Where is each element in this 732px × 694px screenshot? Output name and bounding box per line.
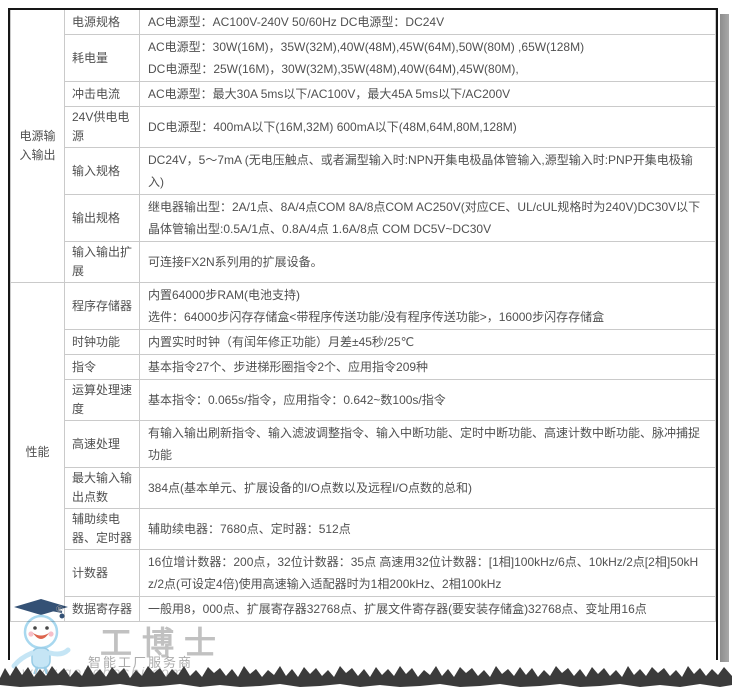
table-row: 输出规格继电器输出型：2A/1点、8A/4点COM 8A/8点COM AC250…	[11, 195, 716, 242]
spec-value-cell: 基本指令27个、步进梯形圈指令2个、应用指令209种	[140, 355, 716, 380]
screenshot-root: { "table": { "groups": [ { "header": "电源…	[0, 0, 732, 694]
table-row: 高速处理有输入输出刷新指令、输入滤波调整指令、输入中断功能、定时中断功能、高速计…	[11, 421, 716, 468]
group-header: 性能	[11, 283, 65, 622]
spec-value-cell: 内置64000步RAM(电池支持) 选件：64000步闪存存储盒<带程序传送功能…	[140, 283, 716, 330]
spec-value-cell: AC电源型：30W(16M)，35W(32M),40W(48M),45W(64M…	[140, 35, 716, 82]
table-row: 运算处理速度基本指令：0.065s/指令，应用指令：0.642~数100s/指令	[11, 380, 716, 421]
table-row: 24V供电电源DC电源型：400mA以下(16M,32M) 600mA以下(48…	[11, 107, 716, 148]
spec-label-cell: 计数器	[65, 550, 140, 597]
table-row: 计数器16位增计数器：200点，32位计数器：35点 高速用32位计数器：[1相…	[11, 550, 716, 597]
spec-label-cell: 高速处理	[65, 421, 140, 468]
spec-value-cell: DC24V，5～7mA (无电压触点、或者漏型输入时:NPN开集电极晶体管输入,…	[140, 148, 716, 195]
table-row: 指令基本指令27个、步进梯形圈指令2个、应用指令209种	[11, 355, 716, 380]
spec-value-cell: 一般用8，000点、扩展寄存器32768点、扩展文件寄存器(要安装存储盒)327…	[140, 597, 716, 622]
spec-label-cell: 最大输入输出点数	[65, 468, 140, 509]
torn-edge-decoration	[0, 660, 732, 694]
spec-value-cell: AC电源型：最大30A 5ms以下/AC100V，最大45A 5ms以下/AC2…	[140, 82, 716, 107]
table-row: 辅助续电器、定时器辅助续电器：7680点、定时器：512点	[11, 509, 716, 550]
table-row: 冲击电流AC电源型：最大30A 5ms以下/AC100V，最大45A 5ms以下…	[11, 82, 716, 107]
page-shadow	[720, 14, 729, 662]
spec-label-cell: 电源规格	[65, 10, 140, 35]
spec-label-cell: 24V供电电源	[65, 107, 140, 148]
group-header: 电源输入输出	[11, 10, 65, 283]
table-row: 输入规格DC24V，5～7mA (无电压触点、或者漏型输入时:NPN开集电极晶体…	[11, 148, 716, 195]
spec-value-cell: 16位增计数器：200点，32位计数器：35点 高速用32位计数器：[1相]10…	[140, 550, 716, 597]
table-row: 最大输入输出点数384点(基本单元、扩展设备的I/O点数以及远程I/O点数的总和…	[11, 468, 716, 509]
spec-label-cell: 数据寄存器	[65, 597, 140, 622]
spec-table-body: 电源输入输出电源规格AC电源型：AC100V-240V 50/60Hz DC电源…	[11, 10, 716, 622]
spec-value-cell: DC电源型：400mA以下(16M,32M) 600mA以下(48M,64M,8…	[140, 107, 716, 148]
table-row: 输入输出扩展可连接FX2N系列用的扩展设备。	[11, 242, 716, 283]
spec-value-cell: AC电源型：AC100V-240V 50/60Hz DC电源型：DC24V	[140, 10, 716, 35]
spec-value-cell: 继电器输出型：2A/1点、8A/4点COM 8A/8点COM AC250V(对应…	[140, 195, 716, 242]
spec-label-cell: 冲击电流	[65, 82, 140, 107]
spec-value-cell: 可连接FX2N系列用的扩展设备。	[140, 242, 716, 283]
spec-value-cell: 384点(基本单元、扩展设备的I/O点数以及远程I/O点数的总和)	[140, 468, 716, 509]
spec-label-cell: 输出规格	[65, 195, 140, 242]
spec-label-cell: 时钟功能	[65, 330, 140, 355]
spec-value-cell: 有输入输出刷新指令、输入滤波调整指令、输入中断功能、定时中断功能、高速计数中断功…	[140, 421, 716, 468]
spec-value-cell: 内置实时时钟（有闰年修正功能）月差±45秒/25℃	[140, 330, 716, 355]
spec-label-cell: 输入输出扩展	[65, 242, 140, 283]
spec-label-cell: 辅助续电器、定时器	[65, 509, 140, 550]
spec-value-cell: 基本指令：0.065s/指令，应用指令：0.642~数100s/指令	[140, 380, 716, 421]
table-row: 耗电量AC电源型：30W(16M)，35W(32M),40W(48M),45W(…	[11, 35, 716, 82]
spec-label-cell: 运算处理速度	[65, 380, 140, 421]
table-row: 数据寄存器一般用8，000点、扩展寄存器32768点、扩展文件寄存器(要安装存储…	[11, 597, 716, 622]
spec-table: 电源输入输出电源规格AC电源型：AC100V-240V 50/60Hz DC电源…	[10, 10, 716, 622]
table-row: 时钟功能内置实时时钟（有闰年修正功能）月差±45秒/25℃	[11, 330, 716, 355]
spec-label-cell: 输入规格	[65, 148, 140, 195]
table-row: 性能程序存储器内置64000步RAM(电池支持) 选件：64000步闪存存储盒<…	[11, 283, 716, 330]
spec-label-cell: 程序存储器	[65, 283, 140, 330]
spec-label-cell: 耗电量	[65, 35, 140, 82]
spec-label-cell: 指令	[65, 355, 140, 380]
spec-value-cell: 辅助续电器：7680点、定时器：512点	[140, 509, 716, 550]
table-row: 电源输入输出电源规格AC电源型：AC100V-240V 50/60Hz DC电源…	[11, 10, 716, 35]
spec-page: 电源输入输出电源规格AC电源型：AC100V-240V 50/60Hz DC电源…	[8, 8, 718, 660]
